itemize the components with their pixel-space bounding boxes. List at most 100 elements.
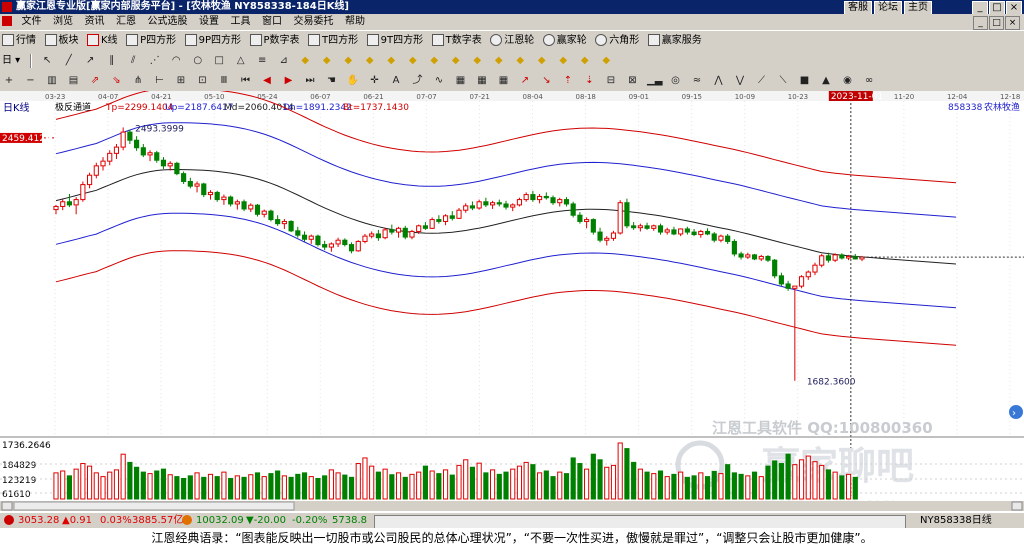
menu-gann[interactable]: 汇恩 <box>112 14 140 30</box>
grid-2-icon[interactable]: ⊟ <box>604 74 618 88</box>
fan-tool-icon[interactable]: ⋰ <box>148 54 162 68</box>
first-icon[interactable]: ⏮ <box>239 74 253 88</box>
arrow-4-icon[interactable]: ↘ <box>540 74 554 88</box>
9p-square-button[interactable]: 9P四方形 <box>183 32 244 50</box>
t-table-button[interactable]: T数字表 <box>430 32 485 50</box>
winner-wheel-button[interactable]: 赢家轮 <box>541 32 590 50</box>
menu-formula[interactable]: 公式选股 <box>144 14 192 30</box>
menu-info[interactable]: 资讯 <box>81 14 109 30</box>
menu-browse[interactable]: 浏览 <box>49 14 77 30</box>
ray-tool-icon[interactable]: ↗ <box>83 54 97 68</box>
diamond-tool-4-icon[interactable]: ◆ <box>363 54 377 68</box>
p-table-button[interactable]: P数字表 <box>248 32 303 50</box>
zoom-in-icon[interactable]: + <box>2 74 16 88</box>
prev-icon[interactable]: ◀ <box>260 74 274 88</box>
link-home[interactable]: 主页 <box>904 1 932 15</box>
rect-tool-icon[interactable]: □ <box>212 54 226 68</box>
maximize-button[interactable]: □ <box>989 1 1005 15</box>
arrow-2-icon[interactable]: ⇘ <box>110 74 124 88</box>
sector-button[interactable]: 板块 <box>43 32 82 50</box>
bar-chart-icon[interactable]: ▥ <box>45 74 59 88</box>
line-tool-icon[interactable]: ╱ <box>62 54 76 68</box>
table-tool-icon[interactable]: ▦ <box>454 74 468 88</box>
9t-square-button[interactable]: 9T四方形 <box>365 32 426 50</box>
diamond-tool-8-icon[interactable]: ◆ <box>449 54 463 68</box>
menu-file[interactable]: 文件 <box>18 14 46 30</box>
link-service[interactable]: 客服 <box>844 1 872 15</box>
peak-icon[interactable]: ⋀ <box>712 74 726 88</box>
mdi-close-button[interactable]: × <box>1005 16 1020 30</box>
menu-help[interactable]: 帮助 <box>341 14 369 30</box>
winner-service-button[interactable]: 赢家服务 <box>646 32 705 50</box>
p-square-button[interactable]: P四方形 <box>124 32 179 50</box>
wave-2-icon[interactable]: ≈ <box>690 74 704 88</box>
triangle-tool-icon[interactable]: △ <box>234 54 248 68</box>
triangle-2-icon[interactable]: ▲ <box>819 74 833 88</box>
infinity-icon[interactable]: ∞ <box>862 74 876 88</box>
menu-window[interactable]: 窗口 <box>258 14 286 30</box>
link-forum[interactable]: 论坛 <box>874 1 902 15</box>
diamond-tool-2-icon[interactable]: ◆ <box>320 54 334 68</box>
scroll-right-button[interactable] <box>1011 501 1023 511</box>
diamond-tool-5-icon[interactable]: ◆ <box>384 54 398 68</box>
hexagon-button[interactable]: 六角形 <box>593 32 642 50</box>
chart-line-icon[interactable]: ⟋ <box>755 74 769 88</box>
period-select[interactable]: 日 ▾ <box>0 52 23 70</box>
table-3-tool-icon[interactable]: ▦ <box>497 74 511 88</box>
channel-tool-icon[interactable]: ⫽ <box>126 54 140 68</box>
diamond-tool-6-icon[interactable]: ◆ <box>406 54 420 68</box>
hand-icon[interactable]: ✋ <box>346 74 360 88</box>
crosshair-icon[interactable]: ✛ <box>368 74 382 88</box>
cursor-icon[interactable]: ↖ <box>40 54 54 68</box>
mdi-restore-button[interactable]: □ <box>989 16 1004 30</box>
menu-tools[interactable]: 工具 <box>227 14 255 30</box>
minimize-button[interactable]: _ <box>972 1 988 15</box>
diamond-tool-12-icon[interactable]: ◆ <box>535 54 549 68</box>
parallel-tool-icon[interactable]: ∥ <box>105 54 119 68</box>
pointer-icon[interactable]: ☚ <box>325 74 339 88</box>
mdi-minimize-button[interactable]: _ <box>973 16 988 30</box>
quote-button[interactable]: 行情 <box>0 32 39 50</box>
close-button[interactable]: × <box>1006 1 1022 15</box>
ruler-icon[interactable]: ⊢ <box>153 74 167 88</box>
wave-tool-icon[interactable]: ∿ <box>432 74 446 88</box>
diamond-tool-13-icon[interactable]: ◆ <box>556 54 570 68</box>
diamond-tool-10-icon[interactable]: ◆ <box>492 54 506 68</box>
circle-tool-icon[interactable]: ○ <box>191 54 205 68</box>
grid-tool-icon[interactable]: ⊞ <box>174 74 188 88</box>
magnet-icon[interactable]: ⋔ <box>131 74 145 88</box>
diamond-tool-15-icon[interactable]: ◆ <box>599 54 613 68</box>
scroll-left-button[interactable] <box>1 501 13 511</box>
arrow-3-icon[interactable]: ↗ <box>518 74 532 88</box>
diamond-tool-7-icon[interactable]: ◆ <box>427 54 441 68</box>
menu-trade[interactable]: 交易委托 <box>290 14 338 30</box>
last-icon[interactable]: ⏭ <box>303 74 317 88</box>
arrow-6-icon[interactable]: ⇣ <box>583 74 597 88</box>
bar-chart-2-icon[interactable]: ▤ <box>67 74 81 88</box>
fib-tool-icon[interactable]: ≡ <box>255 54 269 68</box>
t-square-button[interactable]: T四方形 <box>306 32 361 50</box>
gann-fan-icon[interactable]: ⊿ <box>277 54 291 68</box>
square-icon[interactable]: ■ <box>798 74 812 88</box>
text-tool-icon[interactable]: A <box>389 74 403 88</box>
diamond-tool-icon[interactable]: ◆ <box>298 54 312 68</box>
chart-line-2-icon[interactable]: ⟍ <box>776 74 790 88</box>
grid-3-icon[interactable]: ⊠ <box>626 74 640 88</box>
gann-wheel-button[interactable]: 江恩轮 <box>488 32 537 50</box>
bars-tool-icon[interactable]: Ⅲ <box>217 74 231 88</box>
next-icon[interactable]: ▶ <box>282 74 296 88</box>
kline-button[interactable]: K线 <box>85 32 121 50</box>
table-2-tool-icon[interactable]: ▦ <box>475 74 489 88</box>
kline-chart[interactable]: 03-23 04-07 04-21 05-10 05-24 06-07 06-21 07-07… <box>0 87 1024 513</box>
globe-icon[interactable]: ◉ <box>841 74 855 88</box>
scroll-thumb[interactable] <box>13 501 295 511</box>
box-tool-icon[interactable]: ⊡ <box>196 74 210 88</box>
arrow-5-icon[interactable]: ⇡ <box>561 74 575 88</box>
diamond-tool-9-icon[interactable]: ◆ <box>470 54 484 68</box>
chart-area[interactable]: 03-23 04-07 04-21 05-10 05-24 06-07 06-21 07-07… <box>0 87 1024 513</box>
histogram-icon[interactable]: ▁▃ <box>647 74 662 88</box>
target-icon[interactable]: ◎ <box>669 74 683 88</box>
diamond-tool-11-icon[interactable]: ◆ <box>513 54 527 68</box>
valley-icon[interactable]: ⋁ <box>733 74 747 88</box>
trend-tool-icon[interactable]: ⤴ <box>411 74 425 88</box>
